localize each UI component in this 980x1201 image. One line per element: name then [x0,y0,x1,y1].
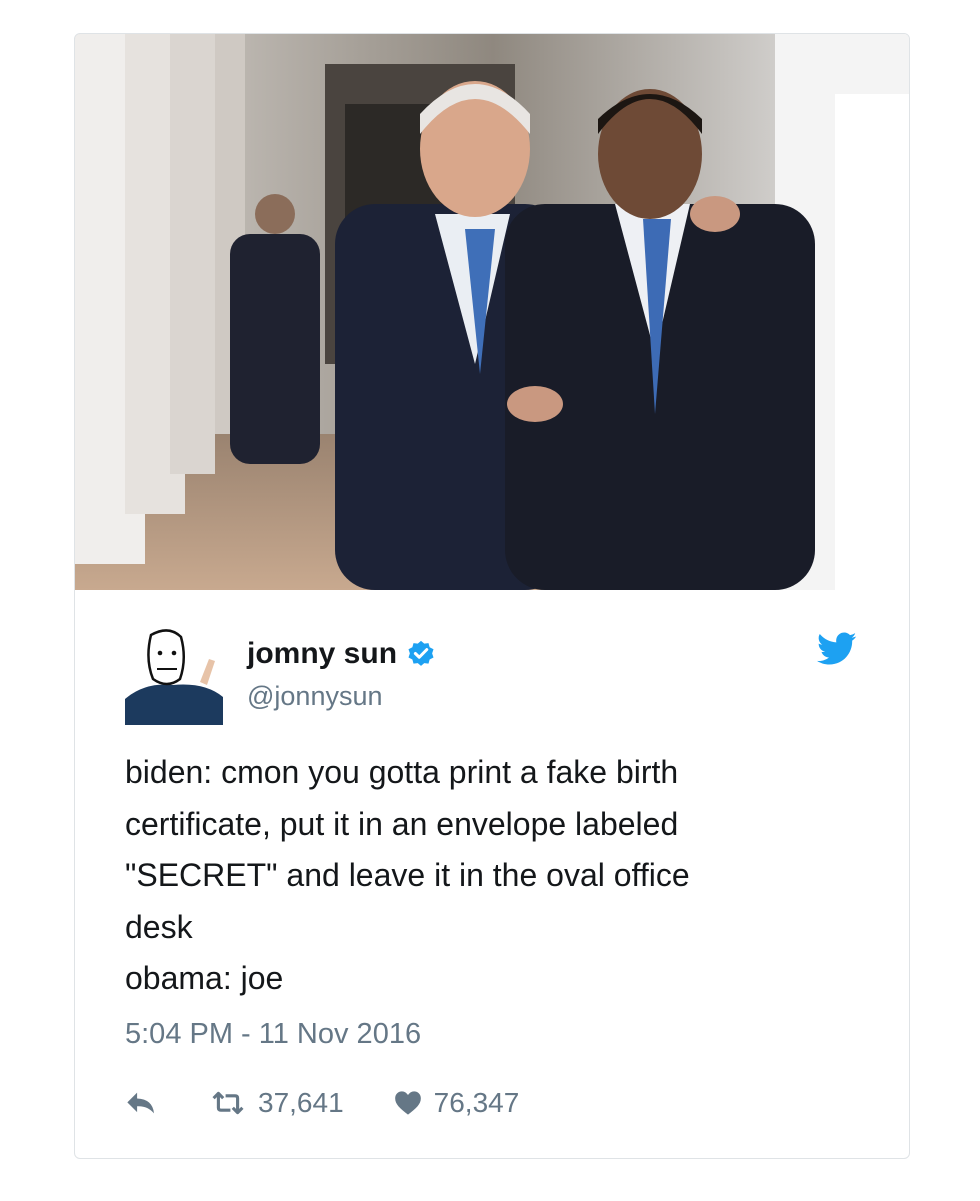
tweet-text-line: obama: joe [125,960,284,996]
tweet-text-line: "SECRET" and leave it in the oval office [125,857,690,893]
like-button[interactable]: 76,347 [394,1087,520,1119]
reply-button[interactable] [125,1090,165,1116]
tweet-text: biden: cmon you gotta print a fake birth… [125,747,845,1005]
reply-icon [127,1092,154,1114]
retweet-button[interactable]: 37,641 [210,1087,344,1119]
like-count: 76,347 [433,1087,520,1118]
verified-badge-icon [408,640,434,666]
photo-of-two-men-in-suits-icon [75,34,909,590]
retweet-count: 37,641 [258,1087,344,1118]
author-avatar[interactable] [125,627,223,725]
heart-icon [394,1091,421,1115]
twitter-bird-icon[interactable] [817,632,857,666]
retweet-icon [212,1091,244,1115]
author-name-row[interactable]: jomny sun [247,634,436,674]
tweet-actions: 37,641 76,347 [125,1084,519,1122]
tweet-photo[interactable] [75,34,909,590]
author-handle[interactable]: @jonnysun [247,679,383,713]
tweet-card: jomny sun @jonnysun biden: cmon you gott… [74,33,910,1159]
tweet-text-line: desk [125,908,193,945]
tweet-timestamp[interactable]: 5:04 PM - 11 Nov 2016 [125,1016,421,1052]
cartoon-avatar-icon [125,627,223,725]
author-display-name[interactable]: jomny sun [247,634,397,674]
tweet-text-line: biden: cmon you gotta print a fake birth [125,754,679,790]
tweet-text-line: certificate, put it in an envelope label… [125,805,679,842]
